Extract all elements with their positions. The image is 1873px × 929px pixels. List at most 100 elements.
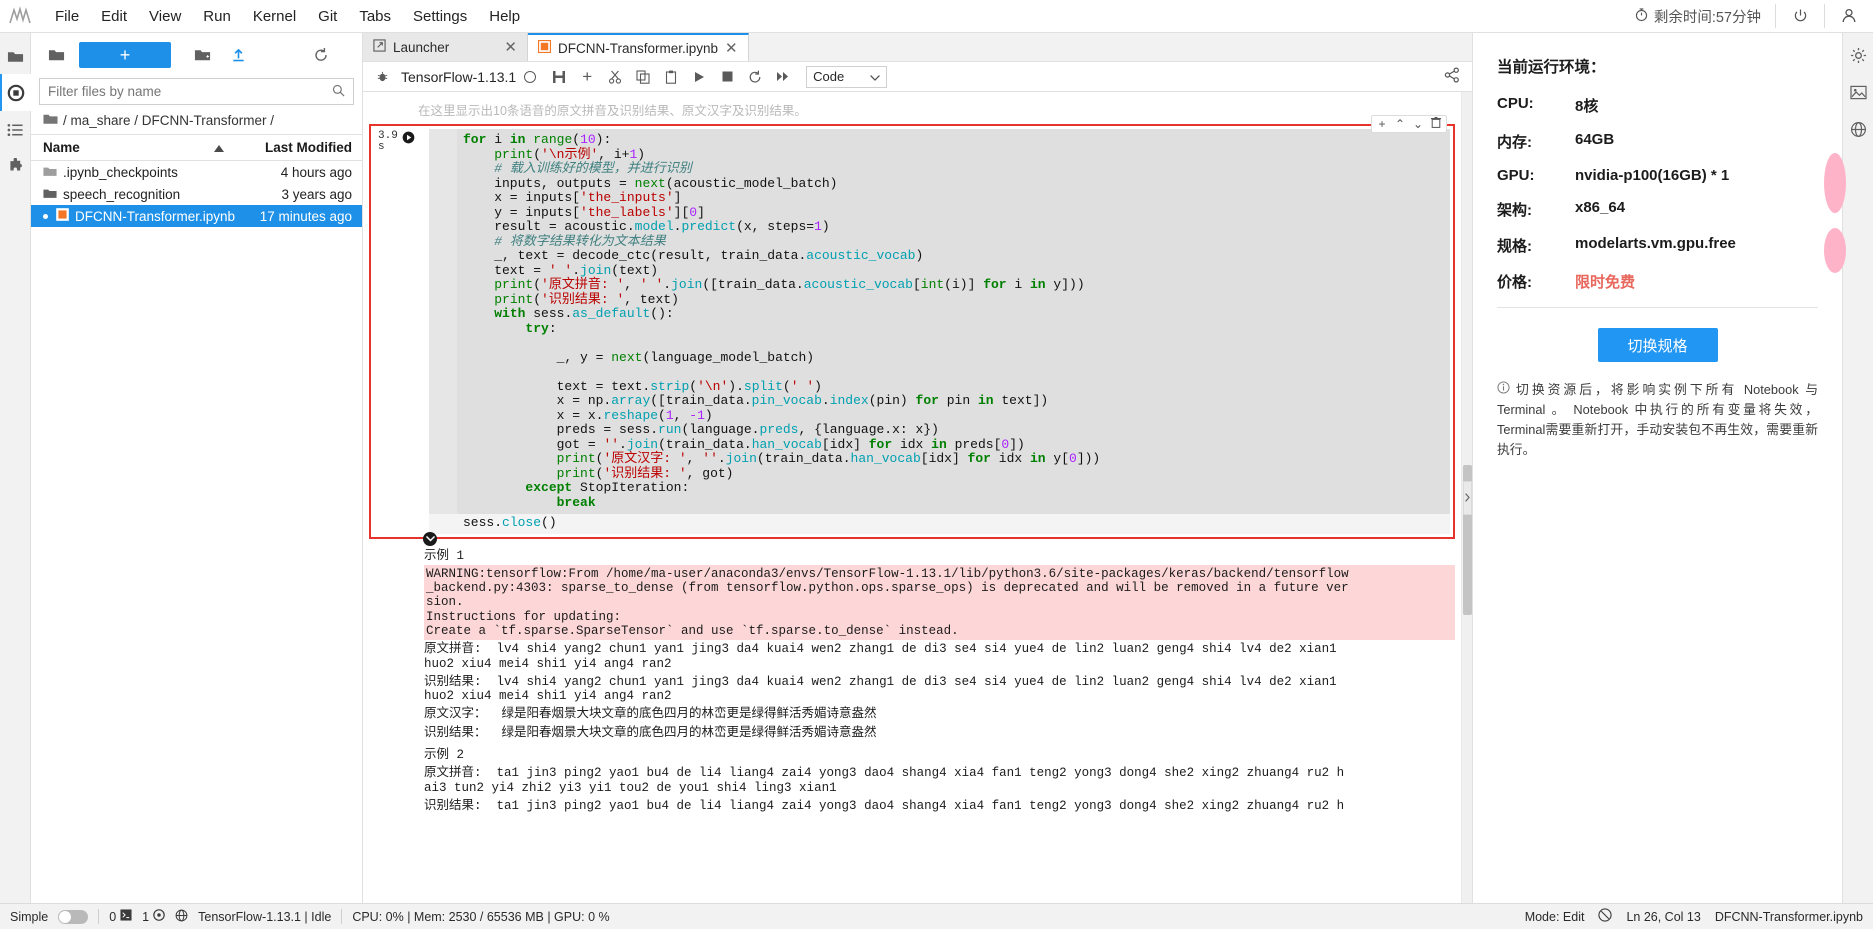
kernel-count-badge[interactable]: 1 [142,909,165,924]
collapse-right-panel-handle[interactable] [1463,481,1472,515]
list-item[interactable]: .ipynb_checkpoints 4 hours ago [31,161,362,183]
code-editor[interactable]: for i in range(10): print('\n示例', i+1) #… [429,129,1450,514]
chevron-down-icon [870,69,880,84]
sidebar-item-file-browser[interactable] [0,37,31,74]
jupyter-logo-icon [8,5,34,27]
code-token: , [687,451,703,466]
output-stdout: 示例 2 [424,746,1455,764]
code-token: ( [783,379,791,394]
debugger-icon[interactable] [369,65,395,89]
simple-mode-toggle[interactable] [58,910,88,924]
code-token: except [525,480,572,495]
switch-flavor-note-text: 切换资源后，将影响实例下所有 Notebook 与 Terminal 。 Not… [1497,382,1818,457]
interrupt-kernel-button[interactable] [714,65,740,89]
cut-cell-button[interactable] [602,65,628,89]
menu-tabs[interactable]: Tabs [348,5,402,28]
sidebar-item-running-terminals[interactable] [0,74,31,111]
new-directory-icon[interactable] [185,40,219,70]
code-token: ([train_data. [650,393,751,408]
code-text[interactable]: for i in range(10): print('\n示例', i+1) #… [429,133,1450,510]
globe-icon[interactable] [175,909,188,925]
cursor-position-label: Ln 26, Col 13 [1626,910,1700,924]
code-token: range [533,132,572,147]
tab-launcher[interactable]: Launcher ✕ [363,33,528,61]
column-header-name[interactable]: Name [43,140,244,155]
sidebar-item-extensions[interactable] [0,148,31,185]
code-token: (): [650,306,673,321]
code-token: preds [759,422,798,437]
collapse-output-icon[interactable] [423,532,437,546]
code-token: ]) [1009,437,1025,452]
refresh-icon[interactable] [304,40,338,70]
code-token: for [916,393,939,408]
sidebar-item-commands[interactable] [0,111,31,148]
run-cell-button[interactable] [686,65,712,89]
image-viewer-icon[interactable] [1843,74,1873,111]
upload-icon[interactable] [221,40,255,70]
menu-run[interactable]: Run [192,5,242,28]
new-launcher-button[interactable]: + [79,42,171,68]
code-token: ( [533,292,541,307]
code-cell-selected[interactable]: + ⌃ ⌄ 3.9 s [369,124,1455,539]
code-token: ) [705,408,713,423]
kernel-name-label[interactable]: TensorFlow-1.13.1 [401,69,516,85]
menu-settings[interactable]: Settings [402,5,478,28]
delete-cell-icon[interactable] [1429,117,1443,131]
menu-help[interactable]: Help [478,5,531,28]
spec-key: 内存: [1497,131,1575,152]
restart-kernel-button[interactable] [742,65,768,89]
list-item[interactable]: speech_recognition 3 years ago [31,183,362,205]
move-cell-up-icon[interactable]: ⌃ [1393,117,1407,131]
user-account-icon[interactable] [1825,0,1873,33]
paste-cell-button[interactable] [658,65,684,89]
notebook-scroll-area[interactable]: 在这里显示出10条语音的原文拼音及识别结果、原文汉字及识别结果。 + ⌃ ⌄ [363,92,1472,903]
restart-and-run-all-button[interactable] [770,65,796,89]
spec-value: modelarts.vm.gpu.free [1575,235,1818,256]
copy-cell-button[interactable] [630,65,656,89]
kernel-status-label[interactable]: TensorFlow-1.13.1 | Idle [198,910,331,924]
run-cell-inline-icon[interactable] [402,131,415,147]
unsaved-changes-dot-icon [43,214,48,219]
menu-git[interactable]: Git [307,5,348,28]
share-icon[interactable] [1444,67,1466,86]
edit-mode-icon[interactable] [1598,908,1612,925]
menu-file[interactable]: File [44,5,90,28]
column-header-last-modified[interactable]: Last Modified [244,140,352,155]
cell-type-dropdown[interactable]: Code [806,66,887,88]
move-cell-down-icon[interactable]: ⌄ [1411,117,1425,131]
sort-ascending-icon[interactable] [214,140,224,155]
spec-value: x86_64 [1575,199,1818,220]
insert-cell-button[interactable]: + [574,65,600,89]
globe-icon[interactable] [1843,111,1873,148]
file-modified-label: 4 hours ago [244,165,352,180]
code-token: . [619,437,627,452]
terminal-count-badge[interactable]: 0 [109,909,132,924]
code-token: print [494,292,533,307]
code-token: ][ [674,205,690,220]
new-folder-icon[interactable] [39,40,73,70]
list-item-selected[interactable]: DFCNN-Transformer.ipynb 17 minutes ago [31,205,362,227]
close-icon[interactable]: ✕ [504,38,517,56]
duplicate-cell-icon[interactable]: + [1375,117,1389,131]
menu-edit[interactable]: Edit [90,5,138,28]
code-line: text = ' '.join(text) [463,264,1450,279]
search-icon[interactable] [332,84,345,100]
code-token: in [931,437,947,452]
settings-gear-icon[interactable] [1843,37,1873,74]
code-token: preds = sess. [463,422,658,437]
menu-kernel[interactable]: Kernel [242,5,307,28]
tab-dfcnn-transformer-notebook[interactable]: DFCNN-Transformer.ipynb ✕ [528,33,749,61]
code-token: ) [915,248,923,263]
spec-row-gpu: GPU: nvidia-p100(16GB) * 1 [1497,167,1818,184]
switch-flavor-button[interactable]: 切换规格 [1598,328,1718,362]
code-token: (text) [611,263,658,278]
search-input[interactable] [48,84,332,99]
power-icon[interactable] [1776,0,1824,33]
close-icon[interactable]: ✕ [725,39,738,57]
menu-view[interactable]: View [138,5,192,28]
breadcrumb[interactable]: / ma_share / DFCNN-Transformer / [31,109,362,134]
save-button[interactable] [546,65,572,89]
menu-bar: File Edit View Run Kernel Git Tabs Setti… [0,0,1873,33]
code-text-last-line[interactable]: sess.close() [429,514,1450,534]
file-filter-box[interactable] [39,78,354,105]
